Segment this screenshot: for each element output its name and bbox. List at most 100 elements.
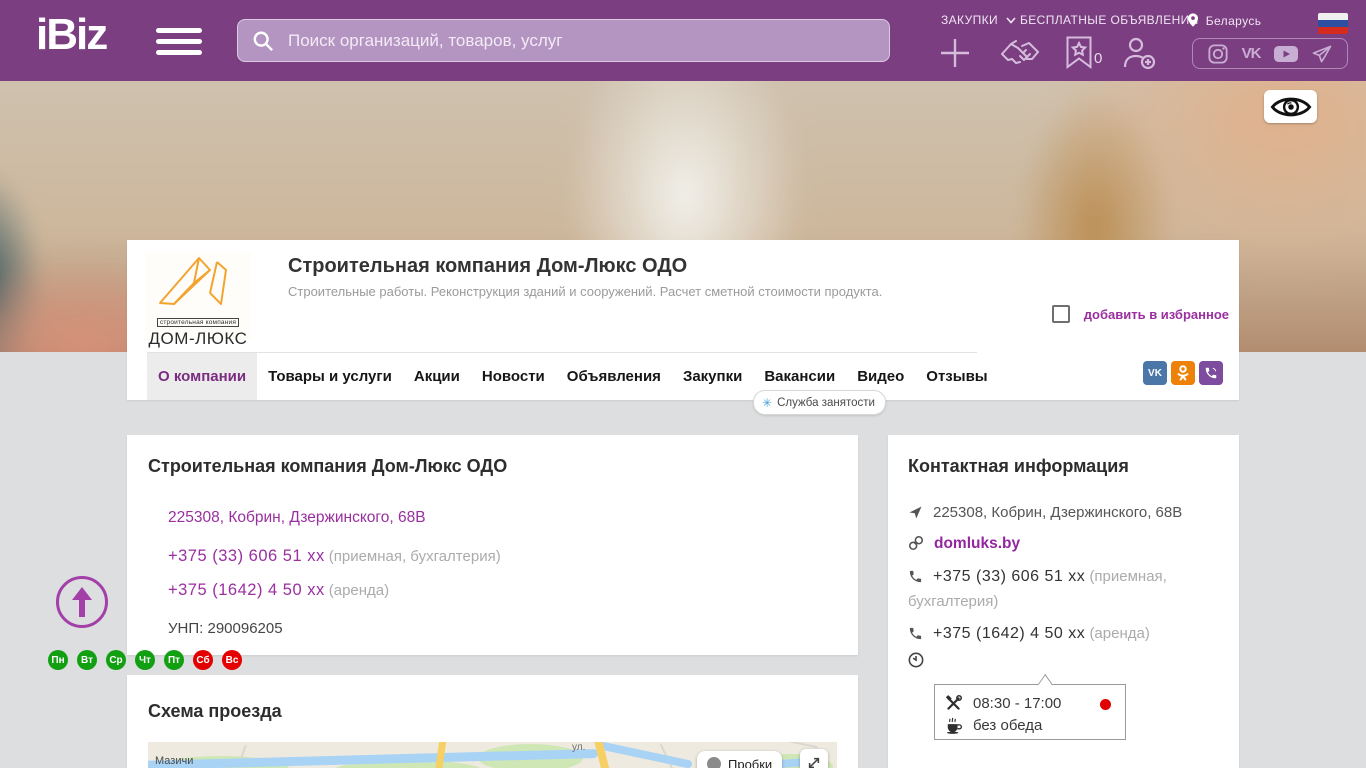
add-plus-icon[interactable] <box>938 36 972 75</box>
company-logo-art <box>159 257 227 305</box>
site-logo[interactable]: iBiz <box>36 10 108 60</box>
about-phone-1[interactable]: +375 (33) 606 51 xx (приемная, бухгалтери… <box>168 547 501 566</box>
nav-free-ads[interactable]: БЕСПЛАТНЫЕ ОБЪЯВЛЕНИЯ <box>1020 13 1199 27</box>
tab-products[interactable]: Товары и услуги <box>257 353 403 400</box>
closed-now-indicator <box>1100 699 1111 710</box>
tab-procurement[interactable]: Закупки <box>672 353 753 400</box>
about-address-link[interactable]: 225308, Кобрин, Дзержинского, 68В <box>168 509 426 527</box>
location-pin-icon <box>1188 13 1198 27</box>
tab-about[interactable]: О компании <box>147 353 258 400</box>
about-unp: УНП: 290096205 <box>168 620 283 637</box>
search-input[interactable] <box>286 29 875 52</box>
contact-phone-1[interactable]: +375 (33) 606 51 xx <box>933 568 1085 585</box>
hours-text: 08:30 - 17:00 <box>973 694 1062 712</box>
day-monday[interactable]: Пн <box>48 650 68 670</box>
add-to-favorites[interactable]: добавить в избранное <box>1051 305 1229 323</box>
favorites-bookmark-icon[interactable] <box>1066 36 1092 74</box>
phone-icon <box>908 626 923 648</box>
contact-website-row: domluks.by <box>908 533 1219 558</box>
telegram-icon[interactable] <box>1312 45 1332 63</box>
map-street-label: ул. <box>572 742 586 753</box>
vacancies-tooltip-text: Служба занятости <box>777 396 875 409</box>
link-icon <box>908 535 924 558</box>
tab-news[interactable]: Новости <box>471 353 556 400</box>
contact-address: 225308, Кобрин, Дзержинского, 68В <box>933 504 1183 521</box>
nav-location[interactable]: Беларусь <box>1188 13 1261 28</box>
map-street <box>758 742 818 749</box>
day-saturday[interactable]: Сб <box>193 650 213 670</box>
coffee-cup-icon <box>945 717 967 734</box>
map-place-label: Мазичи <box>155 755 194 767</box>
hours-row: 08:30 - 17:00 <box>945 692 1115 714</box>
favorite-checkbox[interactable] <box>1051 305 1070 323</box>
day-tuesday[interactable]: Вт <box>77 650 97 670</box>
employment-service-icon: ✳ <box>762 395 773 410</box>
contact-heading: Контактная информация <box>908 456 1129 476</box>
menu-icon[interactable] <box>156 28 202 55</box>
company-social-buttons: VK <box>1143 361 1223 385</box>
about-phone-2[interactable]: +375 (1642) 4 50 xx (аренда) <box>168 581 389 600</box>
odnoklassniki-icon[interactable] <box>1171 361 1195 385</box>
map-heading: Схема проезда <box>148 701 282 721</box>
vk-share-icon[interactable]: VK <box>1143 361 1167 385</box>
company-header-card: строительная компания ДОМ-ЛЮКС Строитель… <box>127 240 1239 400</box>
eye-icon <box>1270 97 1311 116</box>
contact-phone-2-row: +375 (1642) 4 50 xx (аренда) <box>908 623 1219 648</box>
instagram-icon[interactable] <box>1208 43 1228 64</box>
contact-phone-2[interactable]: +375 (1642) 4 50 xx <box>933 625 1085 642</box>
arrow-up-icon <box>72 587 92 617</box>
map-canvas[interactable]: Мазичи ул. Пробки <box>148 742 837 768</box>
expand-icon <box>808 757 820 768</box>
day-wednesday[interactable]: Ср <box>106 650 126 670</box>
language-flag-russia[interactable] <box>1318 13 1348 34</box>
day-sunday[interactable]: Вс <box>222 650 242 670</box>
social-links-bar: VK <box>1192 38 1348 69</box>
company-title: Строительная компания Дом-Люкс ОДО <box>288 255 688 277</box>
header: iBiz ЗАКУПКИ БЕСПЛАТНЫЕ ОБЪЯВЛЕНИЯ Белар… <box>0 0 1366 81</box>
navigation-arrow-icon <box>908 505 923 527</box>
tab-reviews[interactable]: Отзывы <box>915 353 998 400</box>
tab-promotions[interactable]: Акции <box>403 353 471 400</box>
working-hours-tooltip: 08:30 - 17:00 без обеда <box>934 673 1126 740</box>
contact-website-link[interactable]: domluks.by <box>934 535 1020 552</box>
contact-phone-1-row: +375 (33) 606 51 xx (приемная, бухгалтер… <box>908 566 1219 613</box>
vk-icon[interactable]: VK <box>1242 45 1262 62</box>
favorite-label: добавить в избранное <box>1083 306 1229 322</box>
viber-icon[interactable] <box>1199 361 1223 385</box>
contact-phone-2-note: (аренда) <box>1089 625 1150 642</box>
traffic-button[interactable]: Пробки <box>697 751 783 768</box>
day-friday[interactable]: Пт <box>164 650 184 670</box>
about-card: Строительная компания Дом-Люкс ОДО 22530… <box>127 435 858 655</box>
favorites-count: 0 <box>1094 50 1103 67</box>
vacancies-tooltip: ✳ Служба занятости <box>753 390 886 415</box>
page: iBiz ЗАКУПКИ БЕСПЛАТНЫЕ ОБЪЯВЛЕНИЯ Белар… <box>0 0 1366 768</box>
accessibility-eye-button[interactable] <box>1264 90 1317 123</box>
nav-procurement[interactable]: ЗАКУПКИ <box>941 13 1016 27</box>
working-days: Пн Вт Ср Чт Пт Сб Вс <box>48 650 242 670</box>
about-phone-1-note: (приемная, бухгалтерия) <box>328 548 501 565</box>
tab-ads[interactable]: Объявления <box>556 353 672 400</box>
about-phone-2-note: (аренда) <box>328 582 390 599</box>
day-thursday[interactable]: Чт <box>135 650 155 670</box>
clock-icon <box>908 652 924 673</box>
lunch-text: без обеда <box>973 716 1043 734</box>
contact-address-row: 225308, Кобрин, Дзержинского, 68В <box>908 502 1219 527</box>
company-logo-text-small: строительная компания <box>156 318 240 327</box>
youtube-icon[interactable] <box>1274 45 1299 63</box>
user-add-icon[interactable] <box>1122 36 1156 75</box>
company-logo[interactable]: строительная компания ДОМ-ЛЮКС <box>145 252 251 347</box>
company-subtitle: Строительные работы. Реконструкция здани… <box>288 284 883 299</box>
scroll-to-top-button[interactable] <box>56 576 108 628</box>
map-card: Схема проезда Мазичи ул. Пробки <box>127 675 858 768</box>
phone-icon <box>908 569 923 591</box>
chevron-down-icon <box>1006 17 1016 24</box>
tools-icon <box>945 694 967 712</box>
map-river <box>598 742 693 768</box>
company-logo-text-big: ДОМ-ЛЮКС <box>148 329 248 348</box>
traffic-icon <box>707 757 721 768</box>
handshake-icon[interactable] <box>1000 40 1040 73</box>
map-expand-button[interactable] <box>800 749 828 768</box>
search-icon <box>253 31 274 51</box>
about-heading: Строительная компания Дом-Люкс ОДО <box>148 456 508 476</box>
lunch-row: без обеда <box>945 714 1115 736</box>
